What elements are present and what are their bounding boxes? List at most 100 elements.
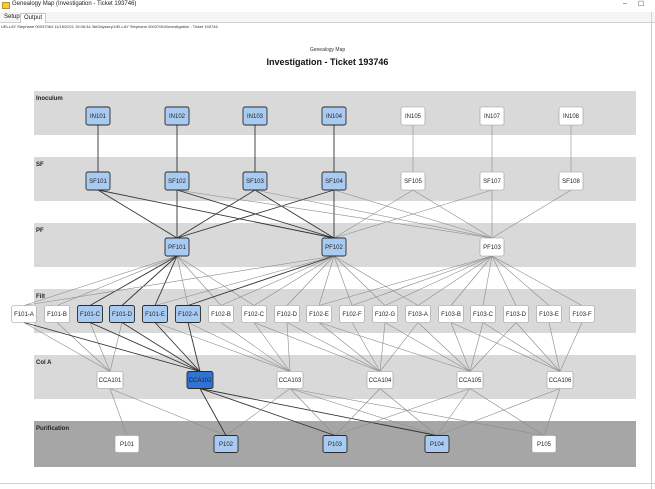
- genealogy-map: InoculumSFPFFiltCol APurificationIN101 IN…: [11, 91, 636, 467]
- node-label: CCA103: [279, 378, 302, 384]
- node-f101-d[interactable]: F101-D: [109, 305, 135, 323]
- node-sf108[interactable]: SF108: [558, 171, 584, 191]
- node-label: IN101: [90, 114, 107, 120]
- node-cca101[interactable]: CCA101: [96, 371, 124, 389]
- node-label: SF103: [246, 179, 264, 185]
- node-label: F102-B: [211, 312, 231, 318]
- node-in103[interactable]: IN103: [242, 106, 268, 126]
- node-in105[interactable]: IN105: [400, 106, 426, 126]
- node-label: P103: [328, 442, 343, 448]
- band-label-purification: Purification: [36, 426, 69, 432]
- node-label: CCA106: [549, 378, 572, 384]
- node-cca106[interactable]: CCA106: [546, 371, 574, 389]
- node-f102-c[interactable]: F102-C: [241, 305, 267, 323]
- band-label-inoculum: Inoculum: [36, 96, 63, 102]
- window-border-bottom: [0, 483, 655, 484]
- window-border: [651, 12, 652, 489]
- node-f102-f[interactable]: F102-F: [339, 305, 365, 323]
- node-p102[interactable]: P102: [213, 435, 239, 453]
- node-label: SF107: [483, 179, 501, 185]
- node-label: F102-A: [178, 312, 198, 318]
- node-label: SF105: [404, 179, 422, 185]
- band-label-cola: Col A: [36, 360, 52, 366]
- node-pf101[interactable]: PF101: [164, 237, 190, 257]
- node-p105[interactable]: P105: [531, 435, 557, 453]
- node-label: F101-D: [112, 312, 133, 318]
- band-cola: [34, 355, 636, 399]
- node-p103[interactable]: P103: [322, 435, 348, 453]
- node-label: CCA102: [189, 378, 212, 384]
- node-label: IN108: [563, 114, 580, 120]
- node-label: PF103: [483, 245, 501, 251]
- band-label-pf: PF: [36, 228, 44, 234]
- node-sf107[interactable]: SF107: [479, 171, 505, 191]
- node-sf104[interactable]: SF104: [321, 171, 347, 191]
- node-label: F102-C: [244, 312, 265, 318]
- node-sf101[interactable]: SF101: [85, 171, 111, 191]
- node-label: F103-B: [441, 312, 461, 318]
- node-f102-g[interactable]: F102-G: [372, 305, 398, 323]
- node-in101[interactable]: IN101: [85, 106, 111, 126]
- node-pf103[interactable]: PF103: [479, 237, 505, 257]
- node-label: P101: [120, 442, 135, 448]
- node-cca104[interactable]: CCA104: [366, 371, 394, 389]
- node-f103-f[interactable]: F103-F: [569, 305, 595, 323]
- node-label: SF102: [168, 179, 186, 185]
- node-f103-c[interactable]: F103-C: [470, 305, 496, 323]
- node-label: SF108: [562, 179, 580, 185]
- node-cca105[interactable]: CCA105: [456, 371, 484, 389]
- node-f102-a[interactable]: F102-A: [175, 305, 201, 323]
- node-sf102[interactable]: SF102: [164, 171, 190, 191]
- node-label: PF101: [168, 245, 186, 251]
- node-label: IN104: [326, 114, 343, 120]
- node-label: IN105: [405, 114, 422, 120]
- node-f102-d[interactable]: F102-D: [274, 305, 300, 323]
- node-label: P102: [219, 442, 234, 448]
- node-label: P105: [537, 442, 552, 448]
- node-label: F102-E: [309, 312, 329, 318]
- node-label: F101-C: [80, 312, 101, 318]
- node-label: F103-C: [473, 312, 494, 318]
- node-label: F103-F: [572, 312, 592, 318]
- node-f103-a[interactable]: F103-A: [405, 305, 431, 323]
- node-p101[interactable]: P101: [114, 435, 140, 453]
- node-f103-e[interactable]: F103-E: [536, 305, 562, 323]
- node-label: CCA105: [459, 378, 482, 384]
- node-label: CCA101: [99, 378, 122, 384]
- node-in102[interactable]: IN102: [164, 106, 190, 126]
- node-label: IN102: [169, 114, 186, 120]
- node-f101-b[interactable]: F101-B: [44, 305, 70, 323]
- node-label: F103-A: [408, 312, 428, 318]
- node-label: F101-E: [145, 312, 165, 318]
- node-in107[interactable]: IN107: [479, 106, 505, 126]
- node-label: F102-G: [375, 312, 396, 318]
- node-cca103[interactable]: CCA103: [276, 371, 304, 389]
- band-label-sf: SF: [36, 162, 44, 168]
- node-f101-c[interactable]: F101-C: [77, 305, 103, 323]
- node-label: F101-A: [14, 312, 34, 318]
- node-cca102[interactable]: CCA102: [186, 371, 214, 389]
- node-label: F103-D: [506, 312, 527, 318]
- node-sf105[interactable]: SF105: [400, 171, 426, 191]
- node-label: F101-B: [47, 312, 67, 318]
- node-label: IN107: [484, 114, 501, 120]
- node-f102-b[interactable]: F102-B: [208, 305, 234, 323]
- node-sf103[interactable]: SF103: [242, 171, 268, 191]
- node-label: SF104: [325, 179, 343, 185]
- node-p104[interactable]: P104: [424, 435, 450, 453]
- node-f101-a[interactable]: F101-A: [11, 305, 37, 323]
- node-label: PF102: [325, 245, 343, 251]
- node-in104[interactable]: IN104: [321, 106, 347, 126]
- node-label: CCA104: [369, 378, 392, 384]
- node-pf102[interactable]: PF102: [321, 237, 347, 257]
- node-label: IN103: [247, 114, 264, 120]
- node-f103-b[interactable]: F103-B: [438, 305, 464, 323]
- node-f103-d[interactable]: F103-D: [503, 305, 529, 323]
- node-in108[interactable]: IN108: [558, 106, 584, 126]
- node-label: F103-E: [539, 312, 559, 318]
- node-label: F102-F: [342, 312, 362, 318]
- node-label: P104: [430, 442, 445, 448]
- node-f102-e[interactable]: F102-E: [306, 305, 332, 323]
- node-f101-e[interactable]: F101-E: [142, 305, 168, 323]
- bands: InoculumSFPFFiltCol APurification: [34, 91, 636, 467]
